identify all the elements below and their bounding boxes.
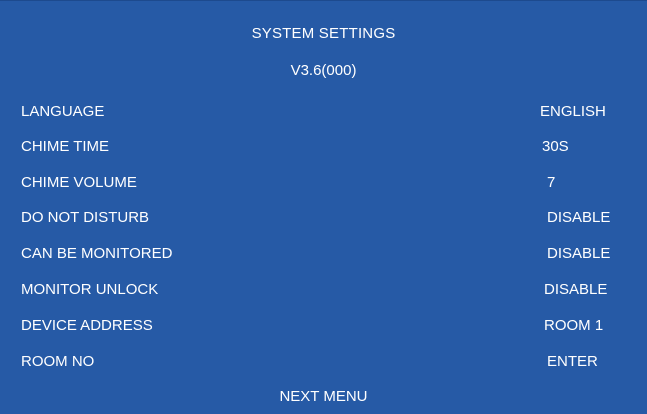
setting-value-monitor-unlock[interactable]: DISABLE (544, 281, 607, 299)
settings-screen: SYSTEM SETTINGS V3.6(000) LANGUAGE ENGLI… (0, 0, 647, 414)
setting-label-chime-volume: CHIME VOLUME (21, 174, 137, 191)
setting-row-chime-volume[interactable]: CHIME VOLUME 7 (0, 174, 647, 208)
setting-value-can-be-monitored[interactable]: DISABLE (547, 245, 610, 263)
setting-row-can-be-monitored[interactable]: CAN BE MONITORED DISABLE (0, 245, 647, 279)
setting-row-do-not-disturb[interactable]: DO NOT DISTURB DISABLE (0, 209, 647, 243)
page-title: SYSTEM SETTINGS (251, 25, 396, 42)
setting-value-chime-volume[interactable]: 7 (547, 174, 555, 192)
setting-value-do-not-disturb[interactable]: DISABLE (547, 209, 610, 227)
setting-label-language: LANGUAGE (21, 103, 105, 120)
setting-row-device-address[interactable]: DEVICE ADDRESS ROOM 1 (0, 317, 647, 351)
setting-label-can-be-monitored: CAN BE MONITORED (21, 245, 173, 262)
setting-label-monitor-unlock: MONITOR UNLOCK (21, 281, 159, 298)
setting-label-device-address: DEVICE ADDRESS (21, 317, 153, 334)
setting-row-language[interactable]: LANGUAGE ENGLISH (0, 103, 647, 137)
setting-value-chime-time[interactable]: 30S (542, 138, 569, 156)
setting-row-chime-time[interactable]: CHIME TIME 30S (0, 138, 647, 172)
firmware-version: V3.6(000) (290, 62, 357, 79)
setting-row-room-no[interactable]: ROOM NO ENTER (0, 353, 647, 387)
setting-value-language[interactable]: ENGLISH (540, 103, 606, 121)
setting-label-do-not-disturb: DO NOT DISTURB (21, 209, 150, 226)
next-menu-button[interactable]: NEXT MENU (0, 388, 647, 406)
setting-label-room-no: ROOM NO (21, 353, 95, 370)
setting-label-chime-time: CHIME TIME (21, 138, 110, 155)
setting-value-room-no[interactable]: ENTER (547, 353, 598, 371)
setting-row-monitor-unlock[interactable]: MONITOR UNLOCK DISABLE (0, 281, 647, 315)
setting-value-device-address[interactable]: ROOM 1 (544, 317, 603, 335)
